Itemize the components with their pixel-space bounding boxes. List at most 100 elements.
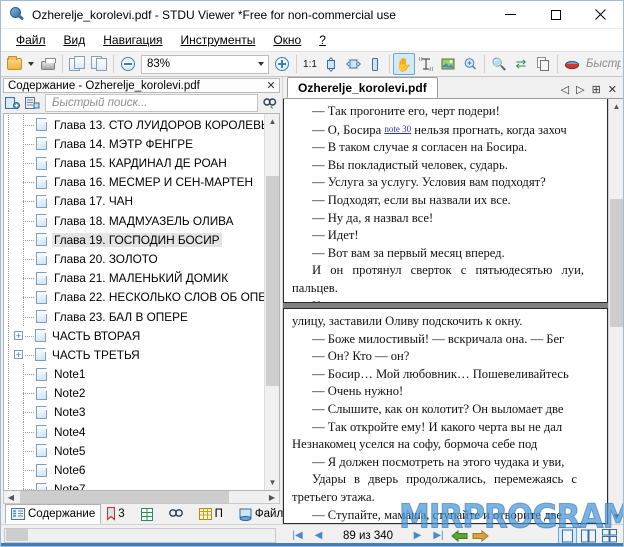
print-icon[interactable] xyxy=(37,53,59,75)
tab-scroll-left-icon[interactable]: ◁ xyxy=(561,83,569,96)
tree-scroll-thumb[interactable] xyxy=(266,176,279,387)
minimize-button[interactable] xyxy=(488,1,533,29)
previous-page-button[interactable]: ◀ xyxy=(310,527,327,544)
tree-hscroll-thumb[interactable] xyxy=(20,491,229,503)
find-icon[interactable]: 🔍 xyxy=(488,53,510,75)
tree-item[interactable]: Глава 18. МАДМУАЗЕЛЬ ОЛИВА xyxy=(4,210,264,231)
tab-list-icon[interactable]: ⊞ xyxy=(592,83,601,96)
window-bottom-accent xyxy=(1,543,623,546)
sync-icon[interactable]: ⇄ xyxy=(510,53,532,75)
tree-item[interactable]: Глава 17. ЧАН xyxy=(4,191,264,211)
tree-scroll-left-icon[interactable]: ◀ xyxy=(4,491,18,503)
doc-scroll-thumb[interactable] xyxy=(610,199,623,327)
tree-item[interactable]: Note6 xyxy=(4,460,264,480)
open-dropdown-icon[interactable] xyxy=(25,53,37,75)
copy-icon[interactable] xyxy=(532,53,554,75)
single-page-mode-icon[interactable] xyxy=(558,526,577,545)
menu-navigation[interactable]: Навигация xyxy=(94,31,171,49)
status-horizontal-scrollbar[interactable] xyxy=(4,528,276,543)
two-page-mode-icon[interactable] xyxy=(579,527,598,545)
sidebar-tab-bookmarks[interactable]: 3 xyxy=(101,504,130,524)
sidebar-tab-search[interactable] xyxy=(163,504,189,524)
document-vertical-scrollbar[interactable]: ▲ ▼ xyxy=(608,99,623,524)
fit-width-icon[interactable] xyxy=(342,53,364,75)
open-file-icon[interactable] xyxy=(3,53,25,75)
tree-scroll-right-icon[interactable]: ▶ xyxy=(265,491,279,503)
tree-item[interactable]: Глава 14. МЭТР ФЕНГРЕ xyxy=(4,134,264,154)
fit-height-icon[interactable] xyxy=(364,53,386,75)
tree-scroll-up-icon[interactable]: ▲ xyxy=(265,114,279,130)
actual-size-label[interactable]: 1:1 xyxy=(300,53,320,75)
next-view-icon[interactable] xyxy=(88,53,110,75)
tree-item[interactable]: + ЧАСТЬ ВТОРАЯ xyxy=(4,326,264,346)
document-tab[interactable]: Ozherelje_korolevi.pdf xyxy=(287,77,438,98)
sidebar-close-icon[interactable]: ✕ xyxy=(263,79,279,92)
tree-item[interactable]: Note4 xyxy=(4,422,264,442)
tree-item[interactable]: Note1 xyxy=(4,364,264,384)
tree-item[interactable]: Note5 xyxy=(4,441,264,461)
tree-item[interactable]: Глава 22. НЕСКОЛЬКО СЛОВ ОБ ОПЕРЕ xyxy=(4,287,264,307)
previous-view-icon[interactable] xyxy=(66,53,88,75)
tree-item[interactable]: Глава 16. МЕСМЕР И СЕН-МАРТЕН xyxy=(4,172,264,192)
tree-horizontal-scrollbar[interactable]: ◀ ▶ xyxy=(3,491,280,504)
hand-tool-icon[interactable]: ✋ xyxy=(393,53,415,75)
tree-item[interactable]: Глава 21. МАЛЕНЬКИЙ ДОМИК xyxy=(4,268,264,288)
image-select-tool-icon[interactable] xyxy=(437,53,459,75)
continuous-mode-icon[interactable] xyxy=(600,527,619,545)
sidebar-search-input[interactable]: Быстрый поиск... xyxy=(45,94,258,113)
footnote-link[interactable]: note 30 xyxy=(384,124,411,134)
sidebar-tab-attachments[interactable]: Файл xyxy=(233,504,289,524)
tree-item-label: Глава 16. МЕСМЕР И СЕН-МАРТЕН xyxy=(54,175,253,190)
sidebar-tab-contents[interactable]: Содержание xyxy=(5,504,102,524)
tab-close-icon[interactable]: ✕ xyxy=(608,83,617,96)
text-select-tool-icon[interactable] xyxy=(415,53,437,75)
tree-vertical-scrollbar[interactable]: ▲ ▼ xyxy=(264,114,279,490)
maximize-button[interactable] xyxy=(533,1,578,29)
tree-item[interactable]: Note2 xyxy=(4,383,264,403)
zoom-select-tool-icon[interactable] xyxy=(459,53,481,75)
doc-scroll-down-icon[interactable]: ▼ xyxy=(609,509,623,524)
tree-expander-icon[interactable]: + xyxy=(14,350,23,360)
menu-help[interactable]: ? xyxy=(310,31,335,49)
tree-item[interactable]: Глава 19. ГОСПОДИН БОСИР xyxy=(4,230,264,250)
status-hscroll-thumb[interactable] xyxy=(6,529,28,541)
tab-scroll-right-icon[interactable]: ▷ xyxy=(576,83,584,96)
menu-file[interactable]: Файл xyxy=(7,31,55,49)
tree-expander-icon[interactable]: + xyxy=(14,331,23,341)
forward-arrow-icon[interactable] xyxy=(472,527,489,544)
close-button[interactable] xyxy=(578,1,623,29)
fit-page-icon[interactable] xyxy=(320,53,342,75)
tree-hscroll-track[interactable] xyxy=(18,491,265,503)
menu-tools[interactable]: Инструменты xyxy=(172,31,265,49)
document-view[interactable]: — Так прогоните его, черт подери! — О, Б… xyxy=(283,99,623,524)
bookmark-tree[interactable]: Глава 13. СТО ЛУИДОРОВ КОРОЛЕВЫ Глава 14.… xyxy=(4,114,264,490)
back-arrow-icon[interactable] xyxy=(451,527,468,544)
tree-item[interactable]: Глава 20. ЗОЛОТО xyxy=(4,249,264,269)
tree-item-label: Глава 19. ГОСПОДИН БОСИР xyxy=(52,232,222,247)
zoom-out-icon[interactable] xyxy=(117,53,139,75)
tree-item[interactable]: Глава 23. БАЛ В ОПЕРЕ xyxy=(4,306,264,327)
tree-item[interactable]: Глава 13. СТО ЛУИДОРОВ КОРОЛЕВЫ xyxy=(4,115,264,135)
page-indicator[interactable]: 89 из 340 xyxy=(331,527,405,544)
tree-item[interactable]: Note7 xyxy=(4,479,264,490)
quick-search-placeholder[interactable]: Быстрый пои xyxy=(583,58,621,70)
next-page-button[interactable]: ▶ xyxy=(409,527,426,544)
collapse-all-icon[interactable] xyxy=(23,94,41,112)
sidebar-tab-layers[interactable]: П xyxy=(193,504,229,524)
tree-item[interactable]: Глава 15. КАРДИНАЛ ДЕ РОАН xyxy=(4,153,264,173)
zoom-dropdown-icon[interactable] xyxy=(254,62,268,66)
zoom-in-icon[interactable] xyxy=(271,53,293,75)
first-page-button[interactable]: |◀ xyxy=(289,527,306,544)
menu-window[interactable]: Окно xyxy=(264,31,310,49)
doc-scroll-up-icon[interactable]: ▲ xyxy=(609,99,623,114)
menu-view[interactable]: Вид xyxy=(55,31,95,49)
bookmark-add-icon[interactable] xyxy=(561,53,583,75)
expand-all-icon[interactable] xyxy=(3,94,21,112)
tree-scroll-down-icon[interactable]: ▼ xyxy=(265,475,279,490)
sidebar-tab-thumbnails[interactable] xyxy=(135,504,159,524)
zoom-combobox[interactable]: 83% xyxy=(141,54,269,74)
last-page-button[interactable]: ▶| xyxy=(430,527,447,544)
sidebar-search-go-icon[interactable] xyxy=(260,94,280,112)
tree-item[interactable]: Note3 xyxy=(4,402,264,423)
tree-item[interactable]: + ЧАСТЬ ТРЕТЬЯ xyxy=(4,345,264,365)
